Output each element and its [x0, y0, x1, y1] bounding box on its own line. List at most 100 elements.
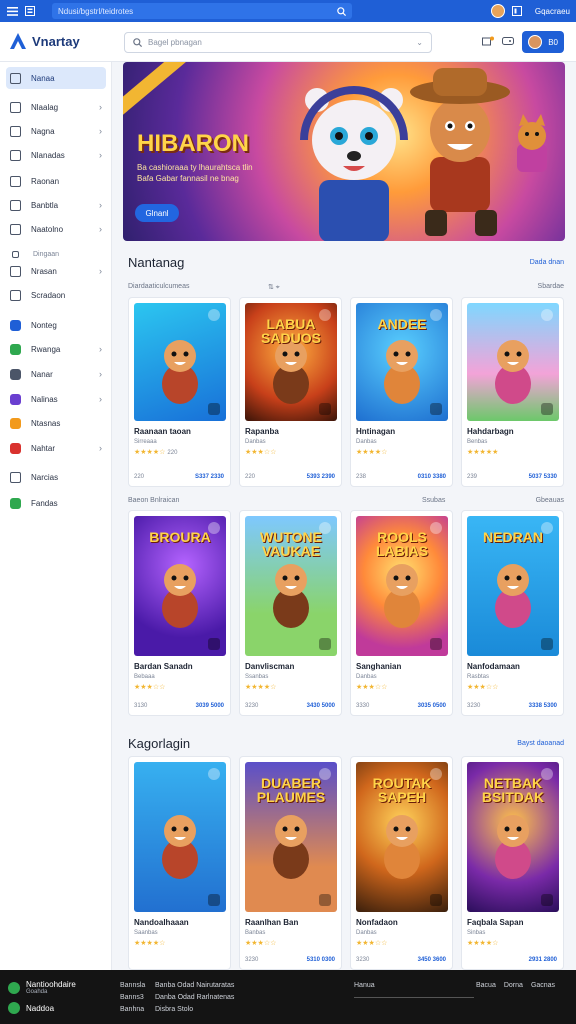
app-icon[interactable] [24, 6, 36, 16]
footer-link[interactable]: Banhna [120, 1004, 145, 1016]
sidebar-item-0[interactable]: Nanaa [6, 67, 106, 89]
game-card[interactable]: BROURA Bardan Sanadn Bebaaa ★★★☆☆ 3130 3039 5… [128, 510, 231, 716]
user-button[interactable]: B0 [522, 31, 564, 53]
sidebar-item-8[interactable]: Nrasan › [6, 260, 106, 282]
share-icon[interactable] [430, 522, 442, 534]
game-price[interactable]: 2931 2800 [529, 957, 557, 963]
game-title[interactable]: Hahdarbagn [467, 427, 514, 436]
row-link[interactable]: Gbeauas [536, 497, 564, 504]
game-title[interactable]: Faqbala Sapan [467, 918, 523, 927]
sidebar-item-1[interactable]: Nlaalag › [6, 96, 106, 118]
game-title[interactable]: Nanfodamaan [467, 662, 520, 671]
share-icon[interactable] [541, 522, 553, 534]
game-cover-image[interactable]: ROUTAK SAPEH [356, 762, 448, 912]
game-price[interactable]: 3450 3600 [418, 957, 446, 963]
footer-link[interactable]: Bacua [476, 980, 496, 992]
game-cover-image[interactable] [467, 303, 559, 421]
gamepad-icon[interactable] [502, 36, 515, 48]
game-card[interactable]: Hahdarbagn Benbas ★★★★★ 239 5037 5330 [461, 297, 564, 487]
game-card[interactable]: NEDRAN Nanfodamaan Rasbtas ★★★☆☆ 3230 3338 53… [461, 510, 564, 716]
address-bar[interactable]: Ndusi/bgstrl/teidrotes [52, 3, 352, 19]
share-icon[interactable] [319, 309, 331, 321]
sidebar-item-16[interactable]: Narcias [6, 466, 106, 488]
game-price[interactable]: 5310 0300 [307, 957, 335, 963]
game-card[interactable]: Raanaan taoan Sirreaaa ★★★★☆ 220 220 S337 233… [128, 297, 231, 487]
share-icon[interactable] [430, 768, 442, 780]
sidebar-item-6[interactable]: Naatolno › [6, 218, 106, 240]
sidebar-item-4[interactable]: Raonan [6, 170, 106, 192]
game-card[interactable]: DUABER PLAUMES Raanlhan Ban Banbas ★★★☆☆ 323… [239, 756, 342, 970]
banner-button[interactable]: Glnanl [135, 204, 179, 222]
game-price[interactable]: 5037 5330 [529, 474, 557, 480]
share-icon[interactable] [541, 768, 553, 780]
footer-link[interactable]: Bannsla [120, 980, 145, 992]
sidebar-item-5[interactable]: Banbtla › [6, 194, 106, 216]
game-title[interactable]: Sanghanian [356, 662, 401, 671]
footer-link[interactable]: Banns3 [120, 992, 145, 1004]
game-price[interactable]: S337 2330 [195, 474, 224, 480]
sidebar-item-9[interactable]: Scradaon [6, 284, 106, 306]
sidebar-item-13[interactable]: Nalinas › [6, 388, 106, 410]
game-price[interactable]: 3338 5300 [529, 703, 557, 709]
share-icon[interactable] [319, 522, 331, 534]
game-title[interactable]: Raanlhan Ban [245, 918, 298, 927]
menu-icon[interactable] [6, 6, 18, 16]
logo[interactable]: Vnartay [8, 32, 80, 50]
game-cover-image[interactable]: BROURA [134, 516, 226, 656]
sidebar-item-10[interactable]: Nonteg [6, 314, 106, 336]
game-card[interactable]: LABUA SADUOS Rapanba Danbas ★★★☆☆ 220 5393 23… [239, 297, 342, 487]
sidebar-item-12[interactable]: Nanar › [6, 363, 106, 385]
notification-icon[interactable] [482, 36, 495, 48]
game-price[interactable]: 0310 3380 [418, 474, 446, 480]
game-title[interactable]: Nandoalhaaan [134, 918, 189, 927]
sidebar-item-17[interactable]: Fandas [6, 492, 106, 514]
share-icon[interactable] [430, 309, 442, 321]
window-icon[interactable] [511, 6, 523, 16]
game-title[interactable]: Hntinagan [356, 427, 395, 436]
game-price[interactable]: 3430 5000 [307, 703, 335, 709]
footer-link[interactable]: Disbra Stolo [155, 1004, 234, 1016]
game-card[interactable]: ANDEE Hntinagan Danbas ★★★★☆ 238 0310 3380 [350, 297, 453, 487]
game-price[interactable]: 5393 2390 [307, 474, 335, 480]
search-input[interactable]: Bagel pbnagan ⌄ [124, 32, 432, 53]
share-icon[interactable] [319, 768, 331, 780]
share-icon[interactable] [541, 309, 553, 321]
game-title[interactable]: Nonfadaon [356, 918, 398, 927]
chevron-down-icon[interactable]: ⌄ [416, 38, 423, 47]
row-sort-label[interactable]: Ssubas [422, 497, 445, 504]
game-card[interactable]: ROOLS LABIAS Sanghanian Danbas ★★★☆☆ 3330 303… [350, 510, 453, 716]
game-title[interactable]: Rapanba [245, 427, 279, 436]
game-cover-image[interactable]: WUTONE VAUKAE [245, 516, 337, 656]
section-link-category[interactable]: Bayst daoanad [517, 740, 564, 747]
sidebar-item-14[interactable]: Ntasnas [6, 412, 106, 434]
game-card[interactable]: ROUTAK SAPEH Nonfadaon Danbas ★★★☆☆ 3230 3450… [350, 756, 453, 970]
game-price[interactable]: 3039 5000 [196, 703, 224, 709]
footer-brand-2[interactable]: Naddoa [8, 1002, 54, 1014]
sort-icon[interactable]: ⇅ ⌖ [268, 283, 280, 292]
account-label[interactable]: Gqacraeu [535, 7, 570, 16]
row-link[interactable]: Sbardae [538, 283, 564, 290]
profile-avatar[interactable] [490, 4, 505, 18]
share-icon[interactable] [208, 768, 220, 780]
game-cover-image[interactable]: ANDEE [356, 303, 448, 421]
game-cover-image[interactable] [134, 762, 226, 912]
sidebar-item-2[interactable]: Nagna › [6, 120, 106, 142]
game-card[interactable]: WUTONE VAUKAE Danvliscman Ssanbas ★★★★☆ 3230… [239, 510, 342, 716]
footer-link[interactable]: Banba Odad Nairutaratas [155, 980, 234, 992]
game-card[interactable]: Nandoalhaaan Saanbas ★★★★☆ [128, 756, 231, 970]
search-icon[interactable] [337, 6, 346, 16]
footer-link[interactable]: Danba Odad Rarlnatenas [155, 992, 234, 1004]
footer-link[interactable]: Dorna [504, 980, 523, 992]
share-icon[interactable] [208, 309, 220, 321]
game-card[interactable]: NETBAK BSITDAK Faqbala Sapan Sinbas ★★★★☆ 29… [461, 756, 564, 970]
game-title[interactable]: Danvliscman [245, 662, 294, 671]
footer-brand[interactable]: Nantioohdaire Goahda [8, 980, 76, 995]
share-icon[interactable] [208, 522, 220, 534]
game-cover-image[interactable]: LABUA SADUOS [245, 303, 337, 421]
hero-banner[interactable]: HIBARON Ba cashioraaa ty lhaurahtsca tli… [123, 62, 565, 241]
game-title[interactable]: Bardan Sanadn [134, 662, 193, 671]
game-cover-image[interactable]: DUABER PLAUMES [245, 762, 337, 912]
footer-link[interactable]: Gacnas [531, 980, 555, 992]
game-cover-image[interactable] [134, 303, 226, 421]
sidebar-item-15[interactable]: Nahtar › [6, 437, 106, 459]
